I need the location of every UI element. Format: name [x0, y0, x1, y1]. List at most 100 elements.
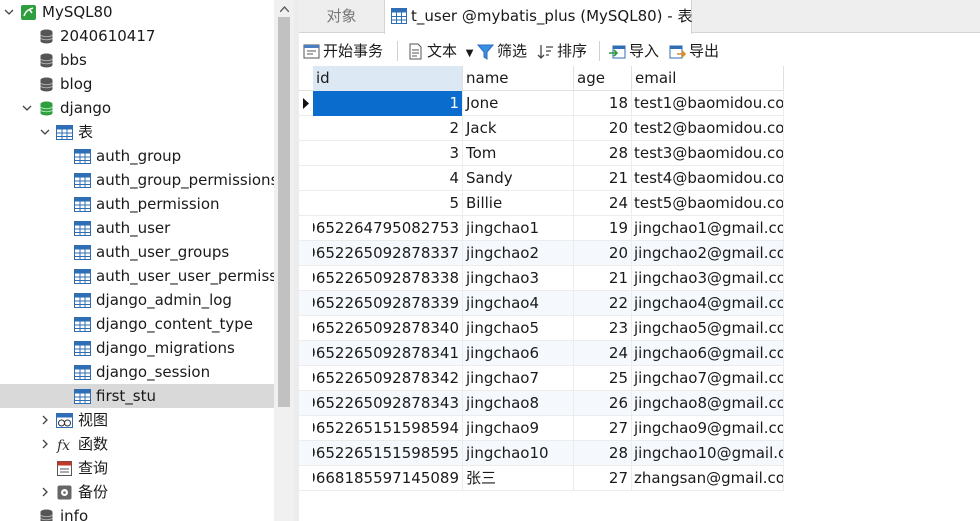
tree-node-auth-permission[interactable]: auth_permission	[0, 192, 274, 216]
cell-age[interactable]: 27	[574, 416, 632, 441]
cell-id[interactable]: 3	[313, 141, 463, 166]
cell-age[interactable]: 24	[574, 341, 632, 366]
tree-node-auth-user-groups[interactable]: auth_user_groups	[0, 240, 274, 264]
cell-id[interactable]: 79652265092878340	[313, 316, 463, 341]
tree-node-django[interactable]: django	[0, 96, 274, 120]
cell-id[interactable]: 79652265092878339	[313, 291, 463, 316]
tree-node-node-18[interactable]: fx 函数	[0, 432, 274, 456]
cell-id[interactable]: 5	[313, 191, 463, 216]
tree-node-node-5[interactable]: 表	[0, 120, 274, 144]
cell-name[interactable]: jingchao8	[463, 391, 574, 416]
begin-transaction-button[interactable]: 开始事务	[303, 39, 383, 63]
table-row[interactable]: 79652265092878338jingchao321jingchao3@gm…	[299, 266, 784, 291]
cell-age[interactable]: 25	[574, 366, 632, 391]
table-row[interactable]: 79652265092878340jingchao523jingchao5@gm…	[299, 316, 784, 341]
cell-id[interactable]: 79652265092878337	[313, 241, 463, 266]
table-row[interactable]: 79652265092878342jingchao725jingchao7@gm…	[299, 366, 784, 391]
cell-age[interactable]: 19	[574, 216, 632, 241]
cell-email[interactable]: jingchao8@gmail.co	[632, 391, 784, 416]
cell-name[interactable]: jingchao7	[463, 366, 574, 391]
chevron-right-icon[interactable]	[39, 480, 51, 504]
column-header-age[interactable]: age	[574, 66, 632, 91]
tree-node-2040610417[interactable]: 2040610417	[0, 24, 274, 48]
chevron-down-icon[interactable]	[3, 0, 15, 24]
cell-id[interactable]: 79652265092878341	[313, 341, 463, 366]
tree-node-auth-group-permissions[interactable]: auth_group_permissions	[0, 168, 274, 192]
table-row[interactable]: 79652265151598595jingchao1028jingchao10@…	[299, 441, 784, 466]
cell-name[interactable]: Billie	[463, 191, 574, 216]
table-row[interactable]: 79652265092878339jingchao422jingchao4@gm…	[299, 291, 784, 316]
cell-id[interactable]: 79652265151598595	[313, 441, 463, 466]
cell-age[interactable]: 18	[574, 91, 632, 116]
chevron-down-icon[interactable]	[39, 120, 51, 144]
tab-objects[interactable]: 对象	[299, 0, 384, 33]
cell-id[interactable]: 79652265092878338	[313, 266, 463, 291]
navigator-scrollbar[interactable]	[274, 0, 294, 521]
table-row[interactable]: 79652265092878343jingchao826jingchao8@gm…	[299, 391, 784, 416]
cell-id[interactable]: 79668185597145089	[313, 466, 463, 491]
cell-age[interactable]: 28	[574, 141, 632, 166]
tree-node-mysql80[interactable]: MySQL80	[0, 0, 274, 24]
cell-name[interactable]: jingchao4	[463, 291, 574, 316]
cell-email[interactable]: test5@baomidou.co	[632, 191, 784, 216]
cell-email[interactable]: jingchao10@gmail.c	[632, 441, 784, 466]
filter-button[interactable]: 筛选	[477, 39, 527, 63]
export-button[interactable]: 导出	[669, 39, 719, 63]
column-header-email[interactable]: email	[632, 66, 784, 91]
cell-name[interactable]: Tom	[463, 141, 574, 166]
cell-age[interactable]: 22	[574, 291, 632, 316]
table-row[interactable]: 79652265092878341jingchao624jingchao6@gm…	[299, 341, 784, 366]
cell-name[interactable]: Sandy	[463, 166, 574, 191]
chevron-right-icon[interactable]	[39, 432, 51, 456]
cell-age[interactable]: 23	[574, 316, 632, 341]
tree-node-bbs[interactable]: bbs	[0, 48, 274, 72]
text-button[interactable]: 文本 ▼	[407, 39, 474, 63]
table-row[interactable]: 2 Jack 20 test2@baomidou.co	[299, 116, 784, 141]
cell-email[interactable]: jingchao1@gmail.co	[632, 216, 784, 241]
tree-node-django-admin-log[interactable]: django_admin_log	[0, 288, 274, 312]
import-button[interactable]: 导入	[609, 39, 659, 63]
cell-email[interactable]: jingchao4@gmail.co	[632, 291, 784, 316]
navigator-tree[interactable]: MySQL80 2040610417 bbs blog django 表 auth_grou…	[0, 0, 274, 521]
table-row[interactable]: 4 Sandy 21 test4@baomidou.co	[299, 166, 784, 191]
cell-id[interactable]: 79652265092878342	[313, 366, 463, 391]
tree-node-node-20[interactable]: 备份	[0, 480, 274, 504]
cell-name[interactable]: jingchao10	[463, 441, 574, 466]
cell-name[interactable]: Jone	[463, 91, 574, 116]
cell-email[interactable]: test2@baomidou.co	[632, 116, 784, 141]
cell-age[interactable]: 21	[574, 266, 632, 291]
tree-node-django-migrations[interactable]: django_migrations	[0, 336, 274, 360]
tree-node-auth-group[interactable]: auth_group	[0, 144, 274, 168]
cell-age[interactable]: 24	[574, 191, 632, 216]
tree-node-auth-user-user-permissio[interactable]: auth_user_user_permissio	[0, 264, 274, 288]
table-row[interactable]: 79652265092878337jingchao220jingchao2@gm…	[299, 241, 784, 266]
cell-name[interactable]: jingchao5	[463, 316, 574, 341]
cell-name[interactable]: Jack	[463, 116, 574, 141]
cell-age[interactable]: 27	[574, 466, 632, 491]
cell-email[interactable]: jingchao5@gmail.co	[632, 316, 784, 341]
cell-email[interactable]: test4@baomidou.co	[632, 166, 784, 191]
column-header-name[interactable]: name	[463, 66, 574, 91]
cell-name[interactable]: 张三	[463, 466, 574, 491]
sort-button[interactable]: 排序	[537, 39, 587, 63]
cell-name[interactable]: jingchao6	[463, 341, 574, 366]
tree-node-info[interactable]: info	[0, 504, 274, 521]
tree-node-node-19[interactable]: 查询	[0, 456, 274, 480]
cell-email[interactable]: jingchao7@gmail.co	[632, 366, 784, 391]
cell-id[interactable]: 2	[313, 116, 463, 141]
tree-node-blog[interactable]: blog	[0, 72, 274, 96]
cell-name[interactable]: jingchao2	[463, 241, 574, 266]
cell-age[interactable]: 20	[574, 116, 632, 141]
scroll-up-arrow-icon[interactable]	[274, 0, 294, 17]
cell-age[interactable]: 28	[574, 441, 632, 466]
tree-node-first-stu[interactable]: first_stu	[0, 384, 274, 408]
tab-table-t-user[interactable]: t_user @mybatis_plus (MySQL80) - 表	[384, 0, 692, 34]
tree-node-django-content-type[interactable]: django_content_type	[0, 312, 274, 336]
cell-age[interactable]: 26	[574, 391, 632, 416]
cell-name[interactable]: jingchao9	[463, 416, 574, 441]
cell-id[interactable]: 79652265151598594	[313, 416, 463, 441]
table-row[interactable]: 3 Tom 28 test3@baomidou.co	[299, 141, 784, 166]
cell-name[interactable]: jingchao1	[463, 216, 574, 241]
table-row[interactable]: 1 Jone 18 test1@baomidou.co	[299, 91, 784, 116]
tree-node-auth-user[interactable]: auth_user	[0, 216, 274, 240]
